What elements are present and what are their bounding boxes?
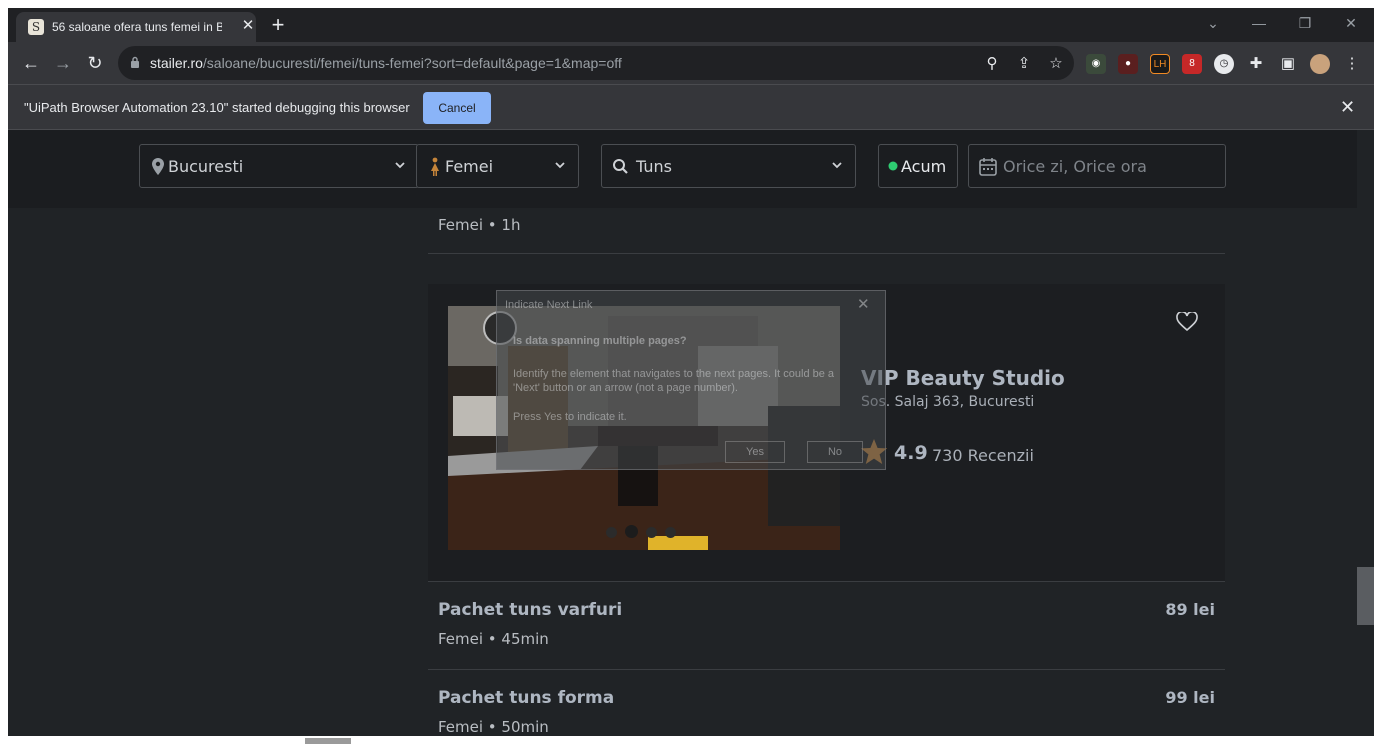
- extension-clock-icon[interactable]: ◷: [1214, 54, 1234, 74]
- chevron-down-icon: [832, 162, 842, 169]
- debugging-infobar: "UiPath Browser Automation 23.10" starte…: [8, 84, 1374, 130]
- url-host: stailer.ro: [150, 55, 203, 71]
- salon-reviews-count[interactable]: 730 Recenzii: [932, 446, 1034, 465]
- side-panel-icon[interactable]: ▣: [1278, 54, 1298, 74]
- tab-search-icon[interactable]: ⌄: [1198, 12, 1228, 34]
- tab-title: 56 saloane ofera tuns femei in B: [52, 20, 222, 34]
- gender-filter[interactable]: Femei: [416, 144, 579, 188]
- chevron-down-icon: [555, 162, 565, 169]
- infobar-message: "UiPath Browser Automation 23.10" starte…: [24, 100, 410, 115]
- carousel-dot[interactable]: [606, 527, 617, 538]
- extension-badge-count: 8: [1189, 58, 1195, 69]
- extension-glasses-icon[interactable]: ◉: [1086, 54, 1106, 74]
- url-text: stailer.ro/saloane/bucuresti/femei/tuns-…: [150, 55, 622, 71]
- uipath-indicate-dialog: Indicate Next Link ✕ Is data spanning mu…: [496, 290, 886, 470]
- extensions-puzzle-icon[interactable]: ✚: [1246, 54, 1266, 74]
- previous-service-meta: Femei • 1h: [438, 216, 521, 234]
- infobar-close-icon[interactable]: ✕: [1340, 97, 1355, 118]
- carousel-dot[interactable]: [646, 527, 657, 538]
- date-placeholder: Orice zi, Orice ora: [1003, 157, 1147, 176]
- carousel-dot[interactable]: [665, 527, 676, 538]
- date-filter[interactable]: Orice zi, Orice ora: [968, 144, 1226, 188]
- calendar-icon: [979, 158, 997, 176]
- browser-tab[interactable]: S 56 saloane ofera tuns femei in B ✕: [16, 12, 256, 42]
- site-favicon-icon: S: [28, 19, 44, 35]
- share-icon[interactable]: ⇪: [1014, 54, 1034, 74]
- taskbar-item[interactable]: [305, 738, 351, 744]
- dialog-close-icon[interactable]: ✕: [857, 295, 870, 313]
- chevron-down-icon: [395, 162, 405, 169]
- extension-red-icon[interactable]: ●: [1118, 54, 1138, 74]
- extension-lh-icon[interactable]: LH: [1150, 54, 1170, 74]
- location-filter[interactable]: Bucuresti: [139, 144, 419, 188]
- now-label: Acum: [901, 157, 947, 176]
- restore-button[interactable]: ❐: [1290, 12, 1320, 34]
- reload-button[interactable]: ↻: [82, 50, 108, 76]
- new-tab-button[interactable]: +: [266, 14, 290, 38]
- service-value: Tuns: [636, 157, 672, 176]
- dialog-no-button[interactable]: No: [807, 441, 863, 463]
- forward-button[interactable]: →: [50, 50, 76, 76]
- service-meta: Femei • 45min: [438, 630, 549, 648]
- service-price: 99 lei: [1165, 688, 1215, 707]
- address-bar[interactable]: stailer.ro/saloane/bucuresti/femei/tuns-…: [118, 46, 1074, 80]
- dialog-yes-button[interactable]: Yes: [725, 441, 785, 463]
- service-row[interactable]: Pachet tuns forma 99 lei Femei • 50min: [428, 670, 1225, 744]
- extension-badge-icon[interactable]: 8: [1182, 54, 1202, 74]
- service-filter[interactable]: Tuns: [601, 144, 856, 188]
- window-close-button[interactable]: ✕: [1336, 12, 1366, 34]
- minimize-button[interactable]: —: [1244, 12, 1274, 34]
- map-pin-icon: [152, 158, 164, 175]
- service-meta: Femei • 50min: [438, 718, 549, 736]
- profile-avatar[interactable]: [1310, 54, 1330, 74]
- gender-value: Femei: [445, 157, 494, 176]
- back-button[interactable]: ←: [18, 50, 44, 76]
- service-row[interactable]: Pachet tuns varfuri 89 lei Femei • 45min: [428, 582, 1225, 670]
- page-scrollbar[interactable]: [1357, 130, 1374, 744]
- service-price: 89 lei: [1165, 600, 1215, 619]
- service-name: Pachet tuns varfuri: [438, 600, 623, 620]
- favorite-heart-icon[interactable]: [1176, 312, 1198, 332]
- search-icon: [613, 159, 628, 174]
- dialog-press-text: Press Yes to indicate it.: [513, 411, 627, 423]
- salon-rating: 4.9: [894, 442, 928, 464]
- salon-name[interactable]: VIP Beauty Studio: [861, 366, 1065, 390]
- menu-kebab-icon[interactable]: ⋮: [1342, 54, 1362, 74]
- page-viewport: Bucuresti Femei Tuns Acum Orice zi, Oric…: [8, 130, 1357, 744]
- browser-window: S 56 saloane ofera tuns femei in B ✕ + ⌄…: [8, 8, 1374, 744]
- location-value: Bucuresti: [168, 157, 244, 176]
- tab-strip: S 56 saloane ofera tuns femei in B ✕ + ⌄…: [8, 8, 1374, 42]
- dialog-description: Identify the element that navigates to t…: [513, 368, 835, 394]
- now-filter[interactable]: Acum: [878, 144, 958, 188]
- woman-icon: [431, 157, 439, 176]
- cancel-debugging-button[interactable]: Cancel: [423, 92, 491, 124]
- carousel-dots: [606, 523, 684, 542]
- url-path: /saloane/bucuresti/femei/tuns-femei?sort…: [202, 55, 622, 71]
- lock-icon: [131, 56, 139, 68]
- taskbar-edge: [0, 736, 1382, 744]
- dialog-question: Is data spanning multiple pages?: [513, 335, 687, 347]
- carousel-dot-active[interactable]: [625, 525, 638, 538]
- blocked-icon[interactable]: ⚲: [982, 54, 1002, 74]
- salon-address: Sos. Salaj 363, Bucuresti: [861, 394, 1035, 410]
- dialog-title: Indicate Next Link: [505, 299, 593, 311]
- previous-service-row[interactable]: Femei • 1h: [428, 208, 1225, 254]
- tab-close-icon[interactable]: ✕: [238, 16, 258, 36]
- filter-bar: Bucuresti Femei Tuns Acum Orice zi, Oric…: [8, 130, 1357, 208]
- browser-toolbar: ← → ↻ stailer.ro/saloane/bucuresti/femei…: [8, 42, 1374, 84]
- scrollbar-thumb[interactable]: [1357, 567, 1374, 625]
- bookmark-star-icon[interactable]: ☆: [1046, 54, 1066, 74]
- live-dot-icon: [888, 161, 898, 171]
- service-name: Pachet tuns forma: [438, 688, 615, 708]
